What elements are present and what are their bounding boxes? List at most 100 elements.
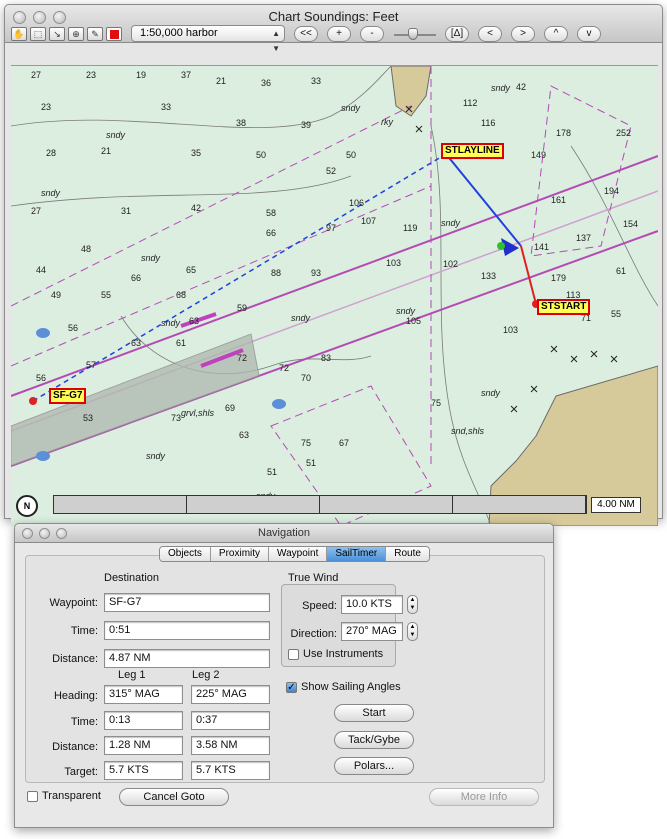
chart-toolbar: ✋ ⬚ ↘ ⊕ ✎ 1:50,000 harbor ▲ ▼ << + - [Δ] …: [11, 25, 656, 53]
delta-button[interactable]: [Δ]: [445, 25, 469, 42]
waypoint-label-sf-g7[interactable]: SF-G7: [49, 388, 87, 404]
chart-window: Chart Soundings: Feet ✋ ⬚ ↘ ⊕ ✎ 1:50,000…: [4, 4, 663, 526]
waypoint-label-ststart[interactable]: STSTART: [537, 299, 591, 315]
svg-text:105: 105: [406, 316, 421, 326]
tab-proximity[interactable]: Proximity: [210, 547, 270, 561]
seabed-label: sndy: [141, 253, 161, 263]
svg-text:55: 55: [611, 309, 621, 319]
tab-objects[interactable]: Objects: [160, 547, 211, 561]
navigation-titlebar: Navigation: [15, 524, 553, 543]
waypoint-label-stlayline[interactable]: STLAYLINE: [441, 143, 504, 159]
chart-scale-value: 1:50,000 harbor: [140, 27, 218, 39]
checkmark-icon[interactable]: ✓: [286, 681, 297, 693]
svg-text:72: 72: [279, 363, 289, 373]
polars-button[interactable]: Polars...: [334, 757, 414, 775]
svg-text:141: 141: [534, 242, 549, 252]
true-wind-header: True Wind: [288, 572, 339, 584]
chart-scale-select[interactable]: 1:50,000 harbor ▲ ▼: [131, 25, 285, 53]
tab-sailtimer[interactable]: SailTimer: [327, 547, 387, 561]
navigation-tabs: Objects Proximity Waypoint SailTimer Rou…: [159, 546, 430, 562]
pencil-tool-icon[interactable]: ✎: [87, 26, 103, 41]
wind-speed-stepper[interactable]: ▲ ▼: [407, 595, 418, 614]
waypoint-field[interactable]: SF-G7: [104, 593, 270, 612]
zoom-in-button[interactable]: +: [327, 25, 351, 42]
wind-direction-stepper[interactable]: ▲ ▼: [407, 622, 418, 641]
tab-waypoint[interactable]: Waypoint: [269, 547, 328, 561]
time-field[interactable]: 0:51: [104, 621, 270, 640]
route-tool-icon[interactable]: ↘: [49, 26, 65, 41]
svg-text:73: 73: [171, 413, 181, 423]
leg1-distance-field[interactable]: 1.28 NM: [104, 736, 183, 755]
seabed-label: sndy: [146, 451, 166, 461]
svg-text:61: 61: [616, 266, 626, 276]
svg-text:56: 56: [36, 373, 46, 383]
select-tool-icon[interactable]: ⬚: [30, 26, 46, 41]
buoy-icon: [36, 328, 50, 338]
start-button[interactable]: Start: [334, 704, 414, 722]
pan-left-button[interactable]: <: [478, 25, 502, 42]
pan-down-button[interactable]: v: [577, 25, 601, 42]
chart-map[interactable]: 27 23 19 37 23 21 36 33 33 38 39 28 21 35 50 50 27 31…: [11, 65, 658, 526]
svg-text:23: 23: [86, 70, 96, 80]
seabed-label: sndy: [161, 318, 181, 328]
svg-text:75: 75: [301, 438, 311, 448]
leg2-heading-field[interactable]: 225° MAG: [191, 685, 270, 704]
svg-text:42: 42: [516, 82, 526, 92]
leg1-target-field[interactable]: 5.7 KTS: [104, 761, 183, 780]
zoom-out-button[interactable]: -: [360, 25, 384, 42]
distance-field[interactable]: 4.87 NM: [104, 649, 270, 668]
zoom-out-full-button[interactable]: <<: [294, 25, 318, 42]
wind-direction-field[interactable]: 270° MAG: [341, 622, 403, 641]
buoy-icon: [36, 451, 50, 461]
scale-bar: [53, 495, 587, 514]
svg-text:37: 37: [181, 70, 191, 80]
seabed-label: sndy: [441, 218, 461, 228]
depth-contour: [11, 66, 392, 128]
crosshair-tool-icon[interactable]: ⊕: [68, 26, 84, 41]
speed-label: Speed:: [302, 600, 337, 612]
use-instruments-checkbox[interactable]: Use Instruments: [288, 648, 383, 660]
leg2-time-field[interactable]: 0:37: [191, 711, 270, 730]
use-instruments-box[interactable]: [288, 648, 299, 660]
leg2-distance-field[interactable]: 3.58 NM: [191, 736, 270, 755]
heading-label: Heading:: [53, 690, 98, 702]
svg-text:51: 51: [267, 467, 277, 477]
destination-header: Destination: [104, 572, 160, 584]
zoom-slider[interactable]: [394, 27, 436, 41]
transparent-checkbox[interactable]: Transparent: [27, 790, 101, 802]
waypoint-label: Waypoint:: [49, 597, 98, 609]
svg-text:103: 103: [386, 258, 401, 268]
seabed-label: sndy: [491, 83, 511, 93]
svg-text:179: 179: [551, 273, 566, 283]
svg-text:61: 61: [176, 338, 186, 348]
transparent-box[interactable]: [27, 790, 38, 802]
svg-text:59: 59: [237, 303, 247, 313]
buoy-icon: [272, 399, 286, 409]
leg1-heading-field[interactable]: 315° MAG: [104, 685, 183, 704]
wind-speed-field[interactable]: 10.0 KTS: [341, 595, 403, 614]
show-sailing-angles-checkbox[interactable]: ✓ Show Sailing Angles: [286, 681, 401, 693]
svg-text:33: 33: [311, 76, 321, 86]
hand-tool-icon[interactable]: ✋: [11, 26, 27, 41]
svg-text:69: 69: [225, 403, 235, 413]
tack-gybe-button[interactable]: Tack/Gybe: [334, 731, 414, 749]
svg-text:63: 63: [239, 430, 249, 440]
leg2-target-field[interactable]: 5.7 KTS: [191, 761, 270, 780]
compass-icon[interactable]: N: [16, 495, 38, 517]
pan-right-button[interactable]: >: [511, 25, 535, 42]
distance-label: Distance:: [52, 653, 98, 665]
stop-icon[interactable]: [106, 26, 122, 41]
seabed-label: sndy: [341, 103, 361, 113]
tab-route[interactable]: Route: [386, 547, 429, 561]
pan-up-button[interactable]: ^: [544, 25, 568, 42]
transparent-label: Transparent: [42, 790, 101, 802]
route-line-leg1: [445, 153, 522, 247]
svg-text:252: 252: [616, 128, 631, 138]
chart-map-canvas: 27 23 19 37 23 21 36 33 33 38 39 28 21 35 50 50 27 31…: [11, 66, 658, 526]
cancel-goto-button[interactable]: Cancel Goto: [119, 788, 229, 806]
target-label: Target:: [64, 766, 98, 778]
zoom-slider-knob[interactable]: [408, 27, 418, 40]
land-area-north: [390, 66, 432, 117]
leg1-time-field[interactable]: 0:13: [104, 711, 183, 730]
leg-time-label: Time:: [70, 716, 98, 728]
